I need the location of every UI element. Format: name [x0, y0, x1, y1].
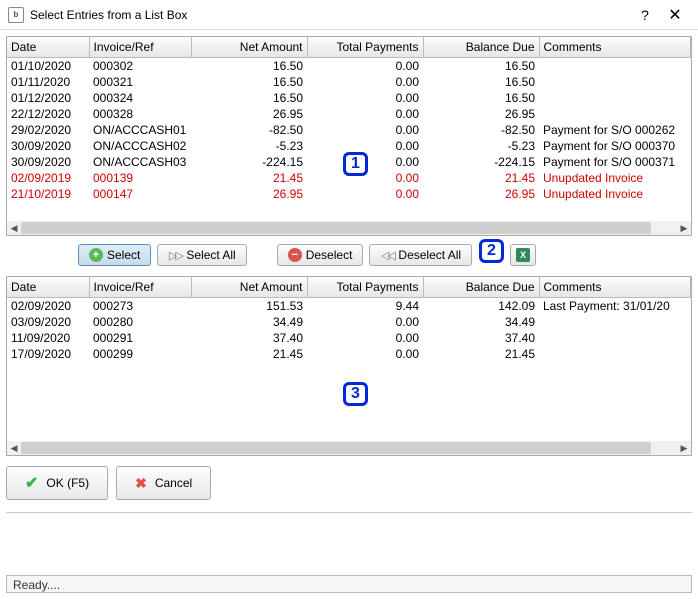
- table-row[interactable]: 21/10/201900014726.950.0026.95Unupdated …: [7, 186, 691, 202]
- table-row[interactable]: 01/11/202000032116.500.0016.50: [7, 74, 691, 90]
- col-net[interactable]: Net Amount: [191, 277, 307, 298]
- close-button[interactable]: ✕: [660, 5, 690, 25]
- rewind-icon: ◁◁: [380, 248, 394, 262]
- ok-label: OK (F5): [46, 476, 89, 490]
- table-row[interactable]: 03/09/202000028034.490.0034.49: [7, 314, 691, 330]
- scroll-right-icon[interactable]: ▶: [677, 441, 691, 455]
- deselect-all-button[interactable]: ◁◁ Deselect All: [369, 244, 472, 266]
- col-net[interactable]: Net Amount: [191, 37, 307, 58]
- plus-icon: +: [89, 248, 103, 262]
- x-icon: ✖: [135, 475, 147, 492]
- table-row[interactable]: 30/09/2020ON/ACCCASH02-5.230.00-5.23Paym…: [7, 138, 691, 154]
- col-date[interactable]: Date: [7, 37, 89, 58]
- minus-icon: −: [288, 248, 302, 262]
- deselect-label: Deselect: [306, 248, 353, 262]
- col-pay[interactable]: Total Payments: [307, 37, 423, 58]
- deselect-all-label: Deselect All: [398, 248, 461, 262]
- callout-2: 2: [479, 239, 504, 263]
- select-label: Select: [107, 248, 140, 262]
- top-table[interactable]: Date Invoice/Ref Net Amount Total Paymen…: [7, 37, 691, 202]
- scroll-right-icon[interactable]: ▶: [677, 221, 691, 235]
- col-com[interactable]: Comments: [539, 277, 691, 298]
- table-row[interactable]: 29/02/2020ON/ACCCASH01-82.500.00-82.50Pa…: [7, 122, 691, 138]
- table-row[interactable]: 17/09/202000029921.450.0021.45: [7, 346, 691, 362]
- top-list: Date Invoice/Ref Net Amount Total Paymen…: [6, 36, 692, 236]
- titlebar: b Select Entries from a List Box ? ✕: [0, 0, 698, 30]
- bottom-list: Date Invoice/Ref Net Amount Total Paymen…: [6, 276, 692, 456]
- deselect-button[interactable]: − Deselect: [277, 244, 364, 266]
- col-pay[interactable]: Total Payments: [307, 277, 423, 298]
- top-hscroll[interactable]: ◀ ▶: [7, 221, 691, 235]
- check-icon: ✔: [25, 473, 38, 493]
- excel-icon: X: [516, 248, 530, 262]
- col-ref[interactable]: Invoice/Ref: [89, 277, 191, 298]
- table-row[interactable]: 11/09/202000029137.400.0037.40: [7, 330, 691, 346]
- scroll-left-icon[interactable]: ◀: [7, 221, 21, 235]
- select-all-button[interactable]: ▷▷ Select All: [157, 244, 246, 266]
- cancel-label: Cancel: [155, 476, 192, 490]
- button-row: + Select ▷▷ Select All − Deselect ◁◁ Des…: [0, 236, 698, 270]
- col-bal[interactable]: Balance Due: [423, 37, 539, 58]
- select-all-label: Select All: [186, 248, 235, 262]
- table-row[interactable]: 01/10/202000030216.500.0016.50: [7, 58, 691, 75]
- table-row[interactable]: 01/12/202000032416.500.0016.50: [7, 90, 691, 106]
- status-text: Ready....: [13, 578, 60, 592]
- col-bal[interactable]: Balance Due: [423, 277, 539, 298]
- bottom-hscroll[interactable]: ◀ ▶: [7, 441, 691, 455]
- col-date[interactable]: Date: [7, 277, 89, 298]
- table-row[interactable]: 30/09/2020ON/ACCCASH03-224.150.00-224.15…: [7, 154, 691, 170]
- scroll-left-icon[interactable]: ◀: [7, 441, 21, 455]
- col-ref[interactable]: Invoice/Ref: [89, 37, 191, 58]
- select-button[interactable]: + Select: [78, 244, 151, 266]
- export-excel-button[interactable]: X: [510, 244, 536, 266]
- status-bar: Ready....: [6, 575, 692, 593]
- table-row[interactable]: 02/09/201900013921.450.0021.45Unupdated …: [7, 170, 691, 186]
- cancel-button[interactable]: ✖ Cancel: [116, 466, 211, 500]
- forward-icon: ▷▷: [168, 248, 182, 262]
- col-com[interactable]: Comments: [539, 37, 691, 58]
- table-row[interactable]: 22/12/202000032826.950.0026.95: [7, 106, 691, 122]
- bottom-table[interactable]: Date Invoice/Ref Net Amount Total Paymen…: [7, 277, 691, 362]
- app-logo-icon: b: [8, 7, 24, 23]
- ok-button[interactable]: ✔ OK (F5): [6, 466, 108, 500]
- window-title: Select Entries from a List Box: [30, 8, 630, 22]
- footer-buttons: ✔ OK (F5) ✖ Cancel: [0, 456, 698, 510]
- help-button[interactable]: ?: [630, 7, 660, 23]
- table-row[interactable]: 02/09/2020000273151.539.44142.09Last Pay…: [7, 298, 691, 315]
